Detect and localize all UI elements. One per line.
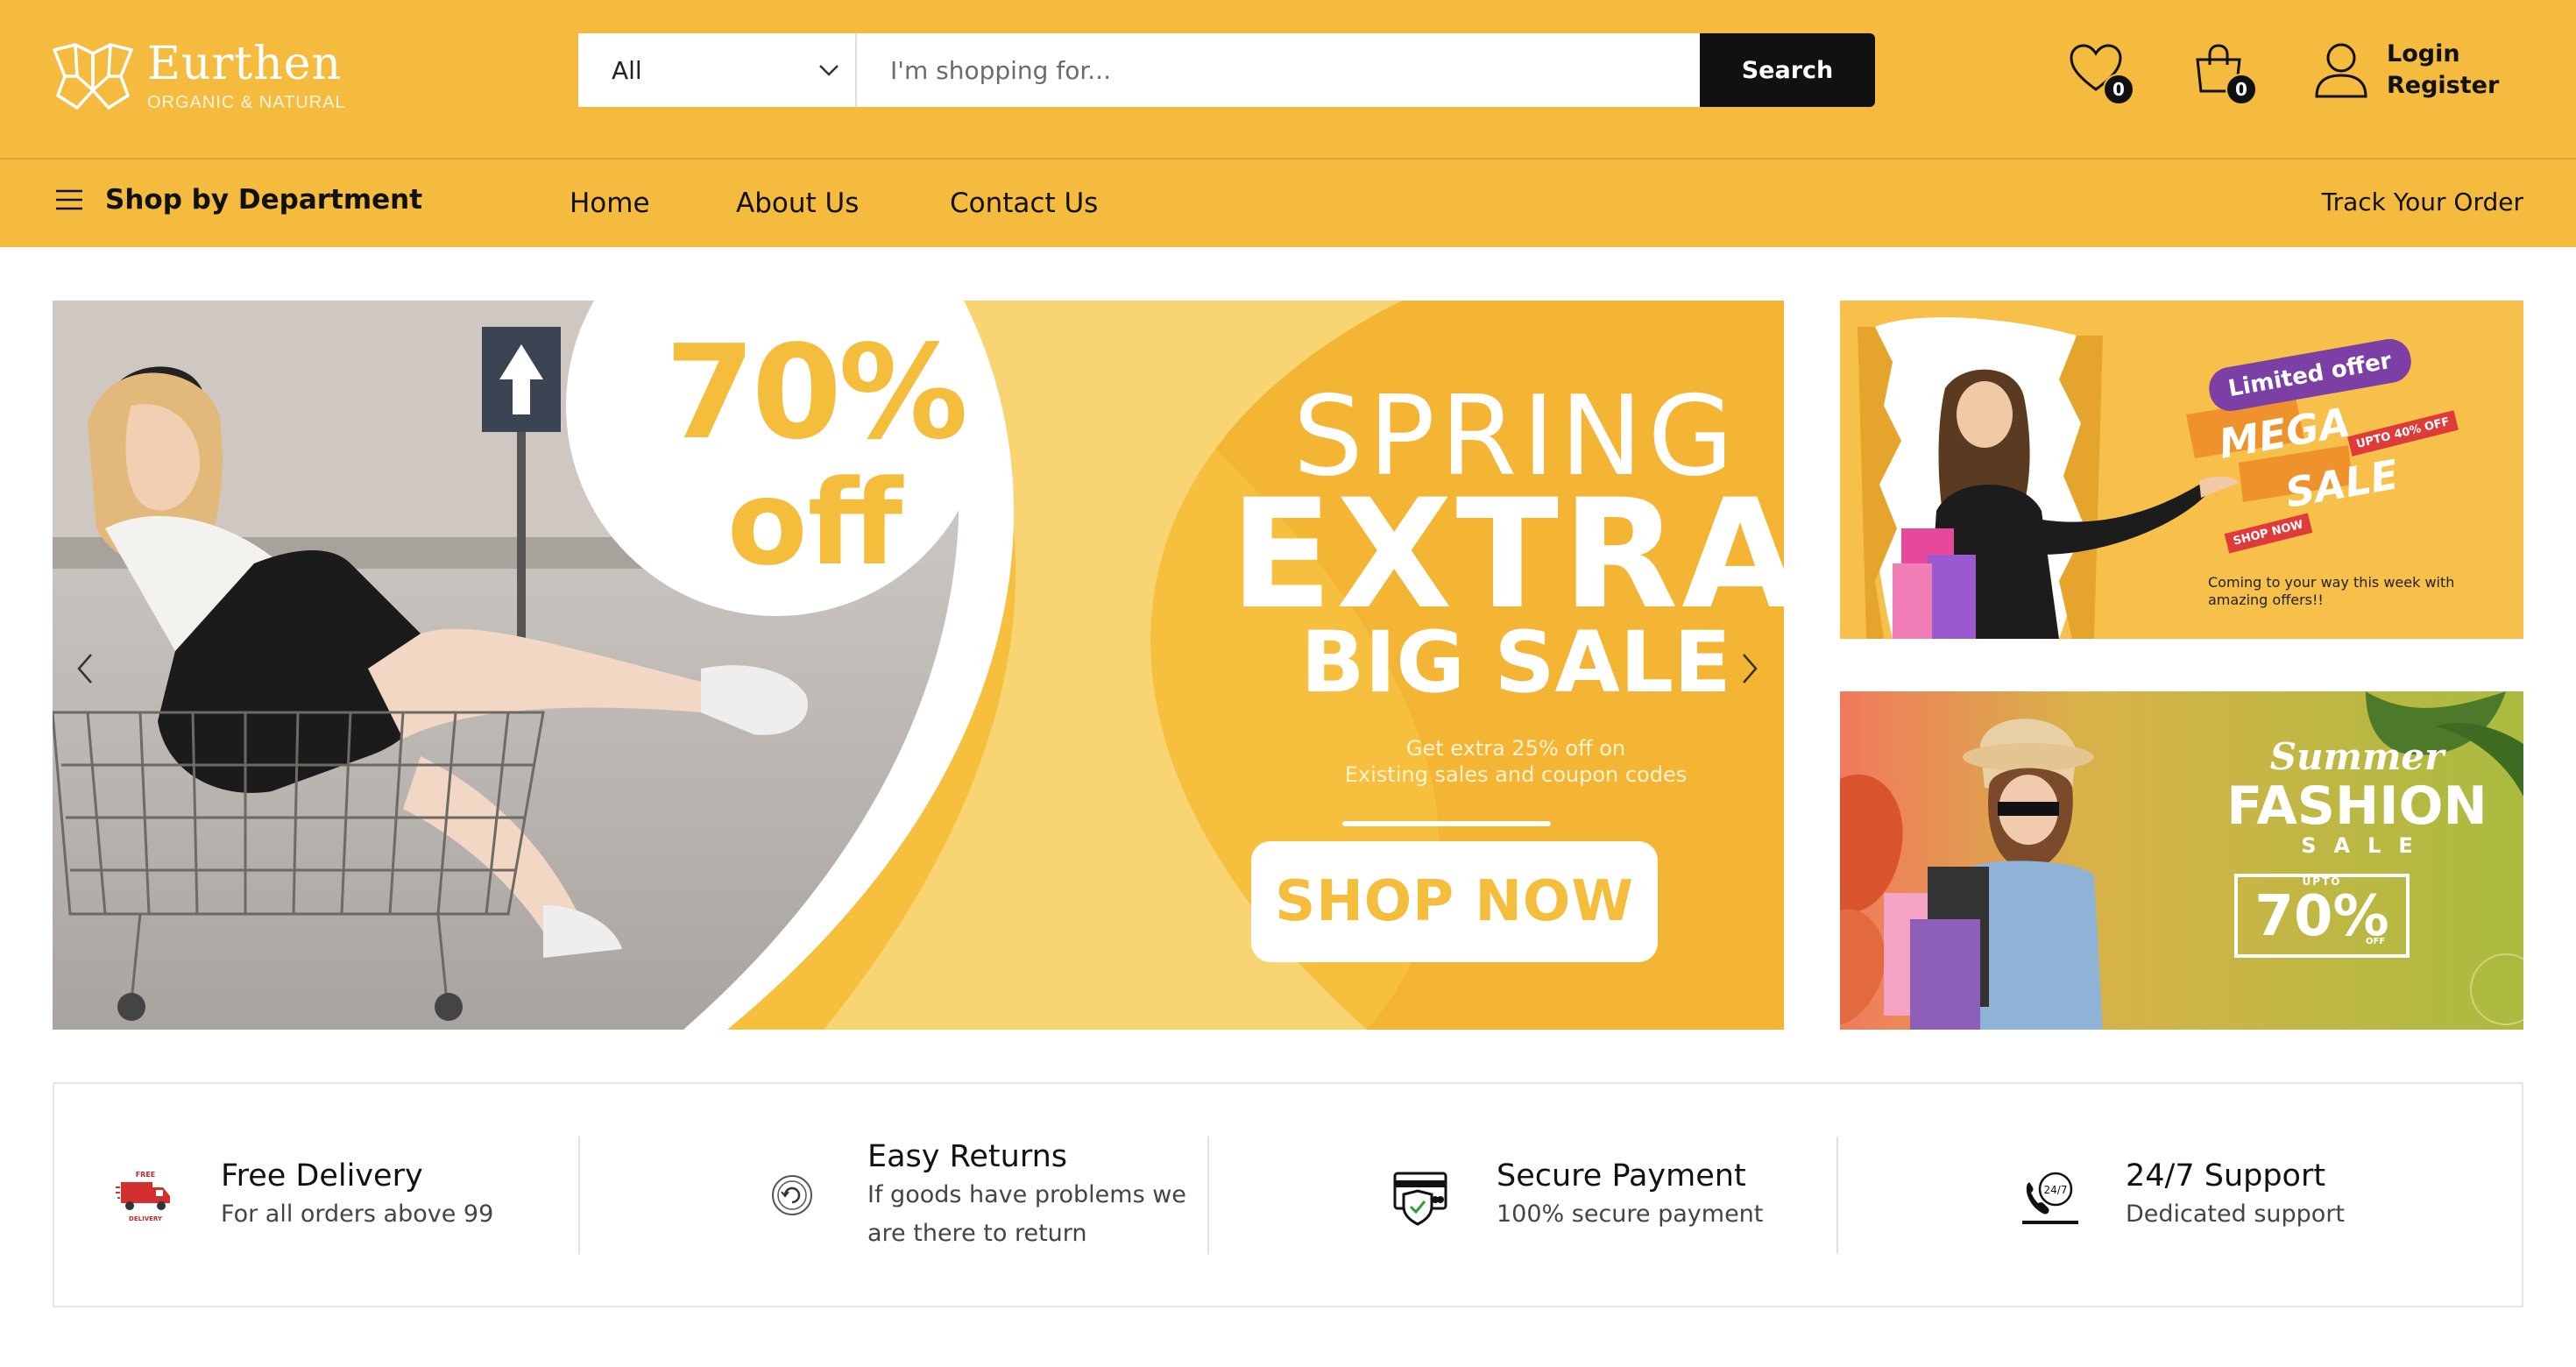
category-select-value: All [612,55,642,85]
search-bar: All Search [578,33,1875,107]
fashion-label: FASHION [2226,776,2488,837]
cart-button[interactable]: 0 [2190,42,2257,105]
cart-count-badge: 0 [2226,74,2257,105]
free-delivery-icon: FREE DELIVERY [116,1171,170,1222]
chevron-right-icon [1743,654,1758,684]
login-link[interactable]: Login [2387,39,2499,70]
feature-title: Secure Payment [1497,1158,1746,1193]
search-input[interactable] [857,33,1700,107]
svg-text:24/7: 24/7 [2044,1184,2068,1196]
hero-shop-now-button[interactable]: SHOP NOW [1251,841,1658,962]
shop-by-department-button[interactable]: Shop by Department [54,184,422,216]
hero-title-line2: EXTRA [1229,466,1785,642]
hero-subtitle: Get extra 25% off on Existing sales and … [1183,735,1784,788]
nav-contact-us[interactable]: Contact Us [950,188,1098,219]
hero-slider[interactable]: 70% off SPRING EXTRA BIG SALE Get extra … [53,301,1784,1030]
feature-free-delivery: FREE DELIVERY Free Delivery For all orde… [116,1084,493,1306]
feature-title: Easy Returns [867,1138,1068,1174]
feature-24-7-support: 24/7 24/7 Support Dedicated support [2020,1084,2345,1306]
mega-sale-banner[interactable]: Limited offer MEGA SALE UPTO 40% OFF SHO… [1840,301,2523,639]
chevron-left-icon [77,654,92,684]
nav-about-us[interactable]: About Us [736,188,859,219]
hero-title-line3: BIG SALE [1300,613,1731,712]
support-icon: 24/7 [2022,1172,2078,1224]
mega-sale-caption: Coming to your way this week with amazin… [2208,574,2455,608]
feature-description-line2: are there to return [867,1219,1087,1247]
summer-label: Summer [2269,735,2445,778]
nav-home[interactable]: Home [570,188,650,219]
butterfly-logo-icon [53,42,133,110]
account-menu: Login Register [2313,39,2499,102]
feature-description: Dedicated support [2126,1200,2346,1228]
main-nav: Shop by Department Home About Us Contact… [0,159,2576,247]
track-order-link[interactable]: Track Your Order [2322,188,2523,216]
fashion-sale-label: SALE [2301,833,2431,858]
brand-tagline: ORGANIC & NATURAL [147,93,346,112]
slider-prev-button[interactable] [63,642,107,695]
feature-divider [1836,1137,1838,1254]
summer-fashion-banner[interactable]: Summer FASHION SALE UPTO 70% OFF [1840,691,2523,1030]
hero-subtitle-line1: Get extra 25% off on [1405,736,1626,761]
svg-text:FREE: FREE [136,1171,156,1179]
category-select[interactable]: All [578,33,857,107]
feature-divider [578,1137,580,1254]
hero-discount-suffix: off [726,455,903,591]
user-icon [2315,43,2367,98]
fashion-off-label: OFF [2366,937,2386,946]
feature-description: For all orders above 99 [221,1200,494,1228]
wishlist-count-badge: 0 [2103,74,2134,105]
hero-discount: 70% [664,317,968,468]
feature-title: Free Delivery [221,1158,423,1193]
department-label: Shop by Department [105,184,423,216]
brand-logo[interactable]: Eurthen ORGANIC & NATURAL [51,39,346,113]
top-header: Eurthen ORGANIC & NATURAL All Search 0 0… [0,0,2576,159]
hero-divider [1342,821,1551,826]
feature-title: 24/7 Support [2126,1158,2326,1193]
wishlist-button[interactable]: 0 [2068,42,2134,105]
brand-name: Eurthen [147,38,342,90]
feature-description: 100% secure payment [1497,1200,1764,1228]
svg-text:DELIVERY: DELIVERY [129,1215,163,1222]
search-button[interactable]: Search [1700,33,1875,107]
feature-secure-payment: Secure Payment 100% secure payment [1391,1084,1763,1306]
chevron-down-icon [819,65,839,76]
secure-payment-icon [1393,1172,1447,1226]
features-bar: FREE DELIVERY Free Delivery For all orde… [53,1082,2523,1307]
feature-description: If goods have problems we [867,1180,1186,1208]
feature-easy-returns: Easy Returns If goods have problems we a… [762,1084,1186,1306]
hamburger-menu-icon [56,189,82,210]
register-link[interactable]: Register [2387,70,2499,102]
feature-divider [1207,1137,1209,1254]
slider-next-button[interactable] [1728,642,1772,695]
easy-returns-icon [772,1174,812,1215]
hero-subtitle-line2: Existing sales and coupon codes [1344,762,1688,787]
